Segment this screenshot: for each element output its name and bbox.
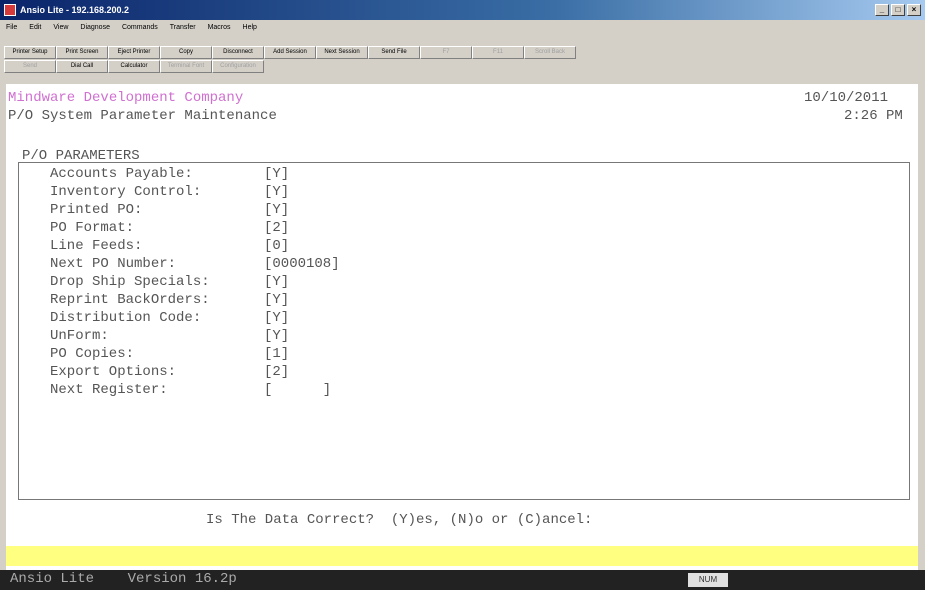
parameters-box [18,162,910,500]
message-bar [6,546,918,566]
param-value[interactable]: [1] [264,346,289,362]
param-value[interactable]: [ ] [264,382,331,398]
dial-call-button[interactable]: Dial Call [56,60,108,73]
terminal-screen[interactable]: Mindware Development Company 10/10/2011 … [6,84,918,570]
version-label: Ansio Lite Version 16.2p [10,571,237,587]
status-bar: Ansio Lite Version 16.2p NUM [0,570,925,590]
param-label: Accounts Payable: [50,166,193,182]
param-value[interactable]: [Y] [264,292,289,308]
param-label: Line Feeds: [50,238,143,254]
param-value[interactable]: [Y] [264,166,289,182]
param-label: Reprint BackOrders: [50,292,210,308]
param-label: Printed PO: [50,202,143,218]
menu-edit[interactable]: Edit [23,24,47,31]
menu-file[interactable]: File [0,24,23,31]
disconnect-button[interactable]: Disconnect [212,46,264,59]
scroll-back-button[interactable]: Scroll Back [524,46,576,59]
configuration-button[interactable]: Configuration [212,60,264,73]
f11-button[interactable]: F11 [472,46,524,59]
f7-button[interactable]: F7 [420,46,472,59]
add-session-button[interactable]: Add Session [264,46,316,59]
time-label: 2:26 PM [844,108,903,124]
program-title: P/O System Parameter Maintenance [8,108,277,124]
param-value[interactable]: [2] [264,220,289,236]
terminal-font-button[interactable]: Terminal Font [160,60,212,73]
param-label: PO Format: [50,220,135,236]
param-label: Next PO Number: [50,256,177,272]
param-label: Distribution Code: [50,310,202,326]
maximize-button[interactable]: □ [891,4,905,16]
toolbar: Printer Setup Print Screen Eject Printer… [0,34,925,84]
title-bar: Ansio Lite - 192.168.200.2 _ □ × [0,0,925,20]
param-label: PO Copies: [50,346,135,362]
param-value[interactable]: [Y] [264,202,289,218]
param-label: UnForm: [50,328,109,344]
param-value[interactable]: [Y] [264,274,289,290]
param-value[interactable]: [0000108] [264,256,340,272]
eject-printer-button[interactable]: Eject Printer [108,46,160,59]
param-value[interactable]: [2] [264,364,289,380]
num-lock-indicator: NUM [688,573,728,587]
menu-bar: File Edit View Diagnose Commands Transfe… [0,20,925,34]
param-label: Export Options: [50,364,177,380]
calculator-button[interactable]: Calculator [108,60,160,73]
param-value[interactable]: [Y] [264,184,289,200]
param-label: Inventory Control: [50,184,202,200]
param-value[interactable]: [Y] [264,310,289,326]
menu-view[interactable]: View [47,24,74,31]
menu-transfer[interactable]: Transfer [164,24,202,31]
section-title: P/O PARAMETERS [22,148,140,164]
confirm-prompt: Is The Data Correct? (Y)es, (N)o or (C)a… [206,512,593,528]
param-value[interactable]: [Y] [264,328,289,344]
minimize-button[interactable]: _ [875,4,889,16]
company-name: Mindware Development Company [8,90,244,106]
printer-setup-button[interactable]: Printer Setup [4,46,56,59]
menu-macros[interactable]: Macros [202,24,237,31]
copy-button[interactable]: Copy [160,46,212,59]
menu-diagnose[interactable]: Diagnose [74,24,116,31]
date-label: 10/10/2011 [804,90,889,106]
menu-commands[interactable]: Commands [116,24,164,31]
next-session-button[interactable]: Next Session [316,46,368,59]
param-label: Drop Ship Specials: [50,274,210,290]
menu-help[interactable]: Help [237,24,263,31]
close-button[interactable]: × [907,4,921,16]
print-screen-button[interactable]: Print Screen [56,46,108,59]
send-file-button[interactable]: Send File [368,46,420,59]
param-label: Next Register: [50,382,168,398]
app-icon [4,4,16,16]
param-value[interactable]: [0] [264,238,289,254]
window-title: Ansio Lite - 192.168.200.2 [20,5,130,15]
send-button[interactable]: Send [4,60,56,73]
